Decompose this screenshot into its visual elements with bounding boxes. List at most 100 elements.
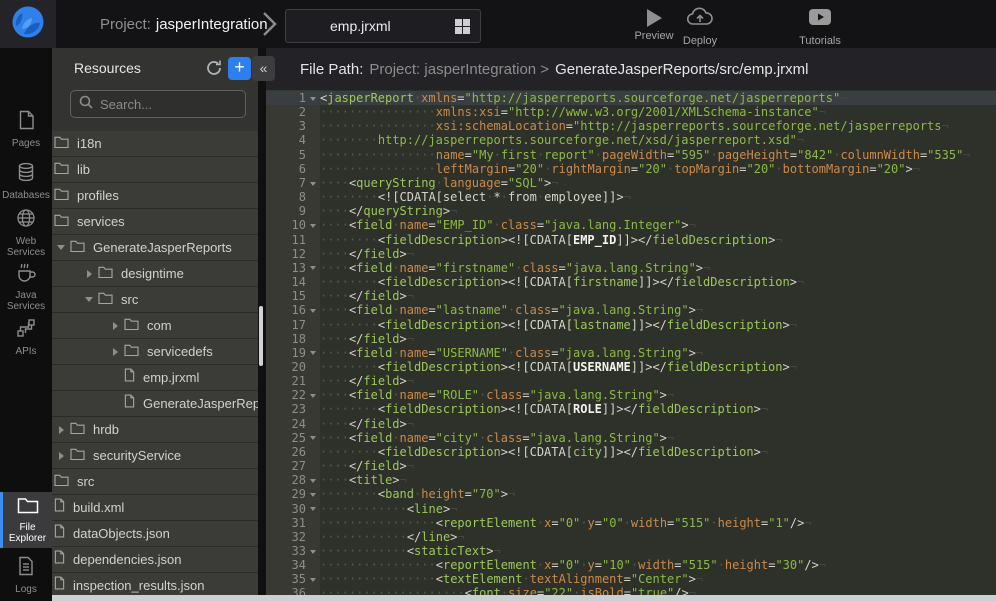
code-line[interactable]: 33············<staticText>¬ xyxy=(266,544,996,558)
tree-item-emp-jrxml[interactable]: emp.jrxml xyxy=(52,365,258,391)
code-line[interactable]: 6················leftMargin="20"·rightMa… xyxy=(266,162,996,176)
sidebar-item-file-explorer[interactable]: FileExplorer xyxy=(0,492,52,548)
databases-icon xyxy=(16,162,36,187)
chevron-collapsed-icon[interactable] xyxy=(56,425,66,435)
tree-item-label: GenerateJasperReports xyxy=(93,240,232,255)
code-editor[interactable]: 1<jasperReport·xmlns="http://jasperrepor… xyxy=(266,90,996,601)
code-line[interactable]: 26········<fieldDescription><![CDATA[cit… xyxy=(266,445,996,459)
code-line[interactable]: 21····</field>¬ xyxy=(266,374,996,388)
file-icon xyxy=(124,394,135,413)
panel-scrollbar-track[interactable] xyxy=(258,48,266,601)
code-line[interactable]: 22····<field·name="ROLE"·class="java.lan… xyxy=(266,388,996,402)
code-line[interactable]: 31················<reportElement·x="0"·y… xyxy=(266,516,996,530)
code-line[interactable]: 4········http://jasperreports.sourceforg… xyxy=(266,133,996,147)
fold-arrow-icon[interactable] xyxy=(310,266,316,270)
open-file-tab[interactable]: emp.jrxml xyxy=(285,9,481,43)
tree-item-servicedefs[interactable]: servicedefs xyxy=(52,339,258,365)
code-line[interactable]: 11········<fieldDescription><![CDATA[EMP… xyxy=(266,233,996,247)
tree-item-services[interactable]: services xyxy=(52,209,258,235)
fold-arrow-icon[interactable] xyxy=(310,479,316,483)
code-line[interactable]: 15····</field>¬ xyxy=(266,289,996,303)
tree-item-hrdb[interactable]: hrdb xyxy=(52,417,258,443)
fold-arrow-icon[interactable] xyxy=(310,309,316,313)
search-box[interactable] xyxy=(70,90,246,118)
chevron-collapsed-icon[interactable] xyxy=(56,451,66,461)
code-line[interactable]: 2················xmlns:xsi="http://www.w… xyxy=(266,105,996,119)
code-line[interactable]: 28····<title>¬ xyxy=(266,473,996,487)
fold-arrow-icon[interactable] xyxy=(310,394,316,398)
sidebar-item-logs[interactable]: Logs xyxy=(0,552,52,599)
code-line[interactable]: 14········<fieldDescription><![CDATA[fir… xyxy=(266,275,996,289)
horizontal-scrollbar[interactable] xyxy=(52,595,996,601)
tree-item-designtime[interactable]: designtime xyxy=(52,261,258,287)
tree-item-i18n[interactable]: i18n xyxy=(52,131,258,157)
sidebar-item-java-services[interactable]: JavaServices xyxy=(0,258,52,316)
app-logo[interactable] xyxy=(0,0,56,48)
fold-gutter xyxy=(306,176,320,190)
tree-item-dataobjects-json[interactable]: dataObjects.json xyxy=(52,521,258,547)
fold-arrow-icon[interactable] xyxy=(310,578,316,582)
code-line[interactable]: 5················name="My·first·report"·… xyxy=(266,148,996,162)
sidebar-item-databases[interactable]: Databases xyxy=(0,158,52,205)
code-line[interactable]: 34················<reportElement·x="0"·y… xyxy=(266,558,996,572)
code-line[interactable]: 32············</line>¬ xyxy=(266,530,996,544)
fold-arrow-icon[interactable] xyxy=(310,182,316,186)
chevron-expanded-icon[interactable] xyxy=(56,243,66,253)
code-line[interactable]: 27····</field>¬ xyxy=(266,459,996,473)
panel-scrollbar-thumb[interactable] xyxy=(259,306,263,366)
tree-item-com[interactable]: com xyxy=(52,313,258,339)
code-line[interactable]: 25····<field·name="city"·class="java.lan… xyxy=(266,431,996,445)
code-line[interactable]: 9····</queryString>¬ xyxy=(266,204,996,218)
code-line[interactable]: 19····<field·name="USERNAME"·class="java… xyxy=(266,346,996,360)
code-line[interactable]: 13····<field·name="firstname"·class="jav… xyxy=(266,261,996,275)
code-line[interactable]: 35················<textElement·textAlign… xyxy=(266,572,996,586)
code-line[interactable]: 12····</field>¬ xyxy=(266,247,996,261)
tree-item-lib[interactable]: lib xyxy=(52,157,258,183)
sidebar-item-web-services[interactable]: WebServices xyxy=(0,204,52,262)
chevron-collapsed-icon[interactable] xyxy=(110,347,120,357)
code-line[interactable]: 16····<field·name="lastname"·class="java… xyxy=(266,303,996,317)
chevron-collapsed-icon[interactable] xyxy=(110,321,120,331)
code-line[interactable]: 7····<queryString·language="SQL">¬ xyxy=(266,176,996,190)
chevron-collapsed-icon[interactable] xyxy=(84,269,94,279)
grid-icon[interactable] xyxy=(455,19,470,34)
fold-arrow-icon[interactable] xyxy=(310,550,316,554)
deploy-button[interactable]: Deploy xyxy=(672,7,728,47)
code-line[interactable]: 3················xsi:schemaLocation="htt… xyxy=(266,119,996,133)
tree-item-profiles[interactable]: profiles xyxy=(52,183,258,209)
tree-item-generatejasperreports-s[interactable]: GenerateJasperReports.s xyxy=(52,391,258,417)
code-line[interactable]: 29········<band·height="70">¬ xyxy=(266,487,996,501)
tree-item-build-xml[interactable]: build.xml xyxy=(52,495,258,521)
code-line[interactable]: 10····<field·name="EMP_ID"·class="java.l… xyxy=(266,218,996,232)
sidebar-item-apis[interactable]: APIs xyxy=(0,314,52,361)
code-text: ····<field·name="firstname"·class="java.… xyxy=(320,261,996,275)
tutorials-button[interactable]: Tutorials xyxy=(792,7,848,47)
file-icon xyxy=(54,550,65,569)
add-resource-button[interactable]: + xyxy=(228,57,251,80)
chevron-expanded-icon[interactable] xyxy=(84,295,94,305)
tree-item-generatejasperreports[interactable]: GenerateJasperReports xyxy=(52,235,258,261)
code-line[interactable]: 30············<line>¬ xyxy=(266,502,996,516)
tree-item-dependencies-json[interactable]: dependencies.json xyxy=(52,547,258,573)
refresh-button[interactable] xyxy=(204,58,224,78)
code-line[interactable]: 1<jasperReport·xmlns="http://jasperrepor… xyxy=(266,91,996,105)
code-line[interactable]: 8········<![CDATA[select·*·from·employee… xyxy=(266,190,996,204)
fold-arrow-icon[interactable] xyxy=(310,436,316,440)
code-line[interactable]: 20········<fieldDescription><![CDATA[USE… xyxy=(266,360,996,374)
code-line[interactable]: 17········<fieldDescription><![CDATA[las… xyxy=(266,318,996,332)
search-input[interactable] xyxy=(100,97,220,112)
tree-item-securityservice[interactable]: securityService xyxy=(52,443,258,469)
fold-arrow-icon[interactable] xyxy=(310,493,316,497)
tree-item-src[interactable]: src xyxy=(52,287,258,313)
code-line[interactable]: 23········<fieldDescription><![CDATA[ROL… xyxy=(266,402,996,416)
fold-arrow-icon[interactable] xyxy=(310,351,316,355)
fold-arrow-icon[interactable] xyxy=(310,97,316,101)
tree-item-src[interactable]: src xyxy=(52,469,258,495)
sidebar-item-pages[interactable]: Pages xyxy=(0,106,52,153)
code-line[interactable]: 24····</field>¬ xyxy=(266,417,996,431)
fold-arrow-icon[interactable] xyxy=(310,224,316,228)
fold-gutter xyxy=(306,247,320,261)
collapse-panel-button[interactable]: « xyxy=(252,56,275,81)
code-line[interactable]: 18····</field>¬ xyxy=(266,332,996,346)
fold-arrow-icon[interactable] xyxy=(310,507,316,511)
